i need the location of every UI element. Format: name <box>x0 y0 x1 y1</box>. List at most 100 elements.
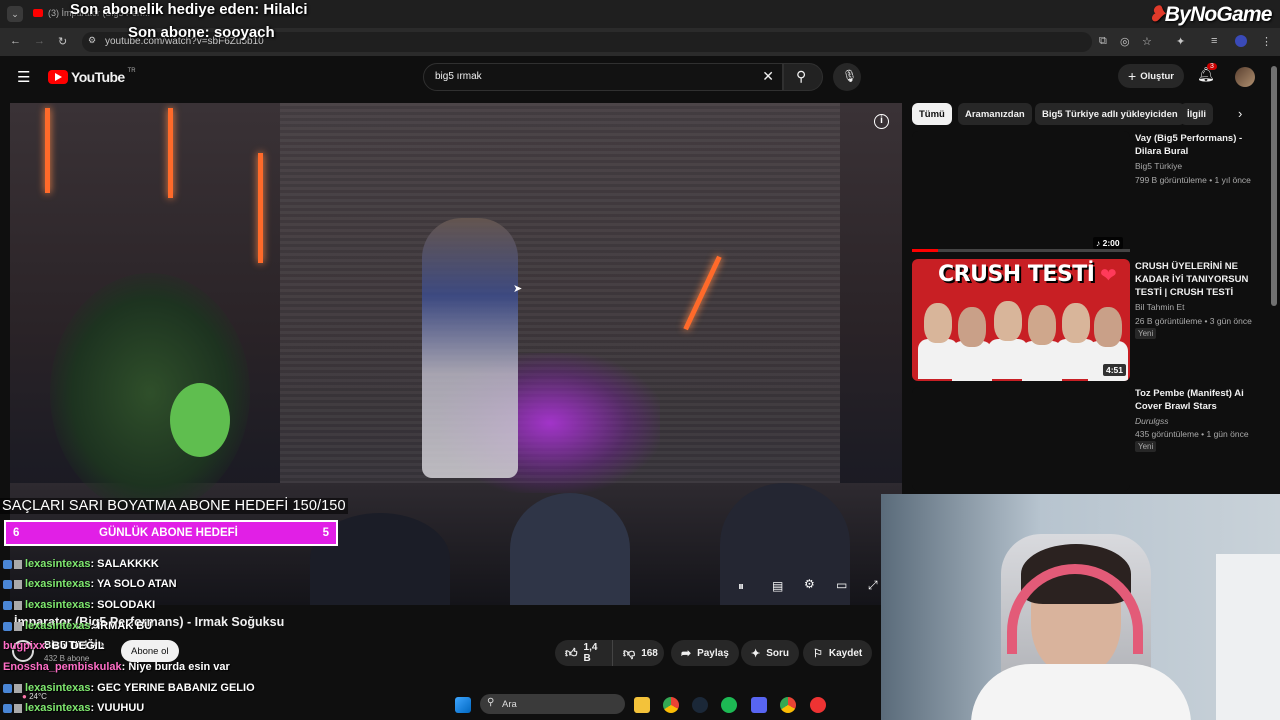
chat-text: : SOLODAKI <box>90 599 156 611</box>
music-note-icon: ♪ <box>1096 238 1103 248</box>
info-icon[interactable]: i <box>874 114 889 129</box>
sub-goal-text: SAÇLARI SARI BOYATMA ABONE HEDEFİ 150/15… <box>0 498 348 514</box>
create-button[interactable]: + Oluştur <box>1118 64 1184 88</box>
eye-off-icon[interactable]: ◎ <box>1120 35 1130 48</box>
pause-icon[interactable]: ⏸ <box>738 579 744 594</box>
reload-icon[interactable]: ↻ <box>58 35 67 48</box>
create-label: Oluştur <box>1140 70 1174 82</box>
thumbnail-text: CRUSH TESTİ <box>938 262 1095 287</box>
chrome-icon[interactable] <box>663 697 679 713</box>
back-icon[interactable]: ← <box>10 35 21 47</box>
video-thumbnail[interactable] <box>912 131 1130 251</box>
video-thumbnail[interactable]: CRUSH TESTİ ❤ <box>912 259 1130 381</box>
like-button[interactable]: 👍︎ 1,4 B <box>555 640 612 666</box>
chat-username: lexasintexas <box>25 599 91 611</box>
video-thumbnail[interactable] <box>912 387 1130 491</box>
recommended-channel[interactable]: Big5 Türkiye <box>1135 161 1182 171</box>
recommended-channel[interactable]: Durulgss <box>1135 416 1169 426</box>
recommended-channel[interactable]: Bil Tahmin Et <box>1135 302 1184 312</box>
sparkle-icon: ✦ <box>751 647 761 660</box>
smiley-balloon <box>170 383 230 457</box>
file-explorer-icon[interactable] <box>634 697 650 713</box>
weather-widget[interactable]: ● 24°C <box>22 692 47 701</box>
mod-badge-icon <box>14 621 22 631</box>
subtitles-icon[interactable]: ▤ <box>772 579 783 593</box>
forward-icon[interactable]: → <box>34 35 45 47</box>
theater-mode-icon[interactable]: ▭ <box>836 578 847 592</box>
menu-dots-icon[interactable]: ⋮ <box>1261 35 1272 48</box>
last-gift-subscriber: Son abonelik hediye eden: Hilalci <box>70 1 308 18</box>
search-input[interactable]: big5 ırmak ✕ <box>423 63 783 91</box>
sidebar-scrollbar[interactable] <box>1271 66 1277 306</box>
spotify-icon[interactable] <box>721 697 737 713</box>
weather-icon: ● <box>22 692 27 701</box>
chat-username: lexasintexas <box>25 578 91 590</box>
fullscreen-icon[interactable]: ⤢ <box>868 578 878 593</box>
thumbs-up-icon: 👍︎ <box>565 645 578 660</box>
taskbar-search-placeholder: Ara <box>502 698 517 710</box>
steam-icon[interactable] <box>692 697 708 713</box>
chip-from-search[interactable]: Aramanızdan <box>958 103 1032 125</box>
chrome-active-icon[interactable] <box>780 697 796 713</box>
country-code: TR <box>127 68 136 74</box>
chat-text: : VUUHUU <box>90 702 145 714</box>
daily-sub-goal-bar: 6 GÜNLÜK ABONE HEDEFİ 5 <box>4 520 338 546</box>
chat-username: Enossha_pembiskulak <box>3 661 122 673</box>
notifications-button[interactable]: 🔔︎ 3 <box>1197 63 1217 84</box>
media-icon[interactable]: ≡ <box>1211 35 1217 47</box>
chips-next-icon[interactable]: › <box>1238 106 1242 121</box>
tab-list-icon[interactable]: ⌄ <box>7 6 23 22</box>
subscriber-badge-icon <box>3 600 12 610</box>
bookmark-icon: ⚐ <box>813 647 823 660</box>
broken-heart-icon: ❤ <box>1100 265 1117 287</box>
weather-temp: 24°C <box>29 692 47 701</box>
voice-search-button[interactable]: 🎙 <box>833 63 861 91</box>
taskbar-search[interactable]: ⚲ Ara <box>480 694 625 714</box>
site-info-icon[interactable]: ⚙ <box>88 35 96 46</box>
youtube-favicon-icon <box>33 9 43 17</box>
hamburger-menu-icon[interactable]: ☰ <box>17 68 30 86</box>
chip-from-uploader[interactable]: Big5 Türkiye adlı yükleyiciden <box>1035 103 1185 125</box>
profile-icon[interactable] <box>1235 35 1247 47</box>
app-icon[interactable] <box>810 697 826 713</box>
chip-all[interactable]: Tümü <box>912 103 952 125</box>
extensions-icon[interactable]: ✦ <box>1176 35 1185 48</box>
thumbs-down-icon: 👎︎ <box>623 645 636 660</box>
youtube-logo[interactable]: YouTube TR <box>48 68 136 85</box>
recommended-title[interactable]: CRUSH ÜYELERİNİ NE KADAR İYİ TANIYORSUN … <box>1135 260 1270 299</box>
account-avatar[interactable] <box>1235 67 1255 87</box>
chat-username: bugpixx <box>3 640 46 652</box>
dislike-button[interactable]: 👎︎ 168 <box>612 640 664 666</box>
subscribe-button[interactable]: Abone ol <box>121 640 179 662</box>
settings-icon[interactable]: ⚙ <box>804 577 815 591</box>
person-face <box>1094 307 1122 347</box>
like-count: 1,4 B <box>583 642 598 664</box>
install-icon[interactable]: ⧉ <box>1099 35 1107 48</box>
ask-button[interactable]: ✦ Soru <box>741 640 799 666</box>
subscriber-badge-icon <box>3 683 12 693</box>
clear-search-icon[interactable]: ✕ <box>762 68 774 85</box>
search-icon: ⚲ <box>487 697 495 708</box>
recommended-title[interactable]: Toz Pembe (Manifest) Ai Cover Brawl Star… <box>1135 387 1270 413</box>
save-label: Kaydet <box>828 647 863 659</box>
discord-icon[interactable] <box>751 697 767 713</box>
plus-icon: + <box>1128 68 1137 84</box>
subscriber-badge-icon <box>3 621 12 631</box>
chat-message: Enossha_pembiskulak: Niye burda esin var <box>3 661 230 673</box>
goal-left-value: 6 <box>13 527 20 539</box>
subscriber-badge-icon <box>3 579 12 589</box>
search-button[interactable]: ⚲ <box>783 63 823 91</box>
recommended-meta: 435 görüntüleme • 1 gün önce <box>1135 429 1249 439</box>
dislike-count: 168 <box>641 647 658 659</box>
chip-related[interactable]: İlgili <box>1180 103 1213 125</box>
watch-progress-bar <box>912 249 1130 252</box>
bookmark-star-icon[interactable]: ☆ <box>1142 35 1152 48</box>
recommended-title[interactable]: Vay (Big5 Performans) - Dilara Bural <box>1135 132 1270 158</box>
save-button[interactable]: ⚐ Kaydet <box>803 640 873 666</box>
person-face <box>958 307 986 347</box>
chat-message: lexasintexas: YA SOLO ATAN <box>3 578 177 590</box>
ask-label: Soru <box>766 647 789 659</box>
windows-start-icon[interactable] <box>455 697 471 713</box>
chat-message: lexasintexas: SALAKKKK <box>3 558 159 570</box>
share-button[interactable]: ➦ Paylaş <box>671 640 739 666</box>
